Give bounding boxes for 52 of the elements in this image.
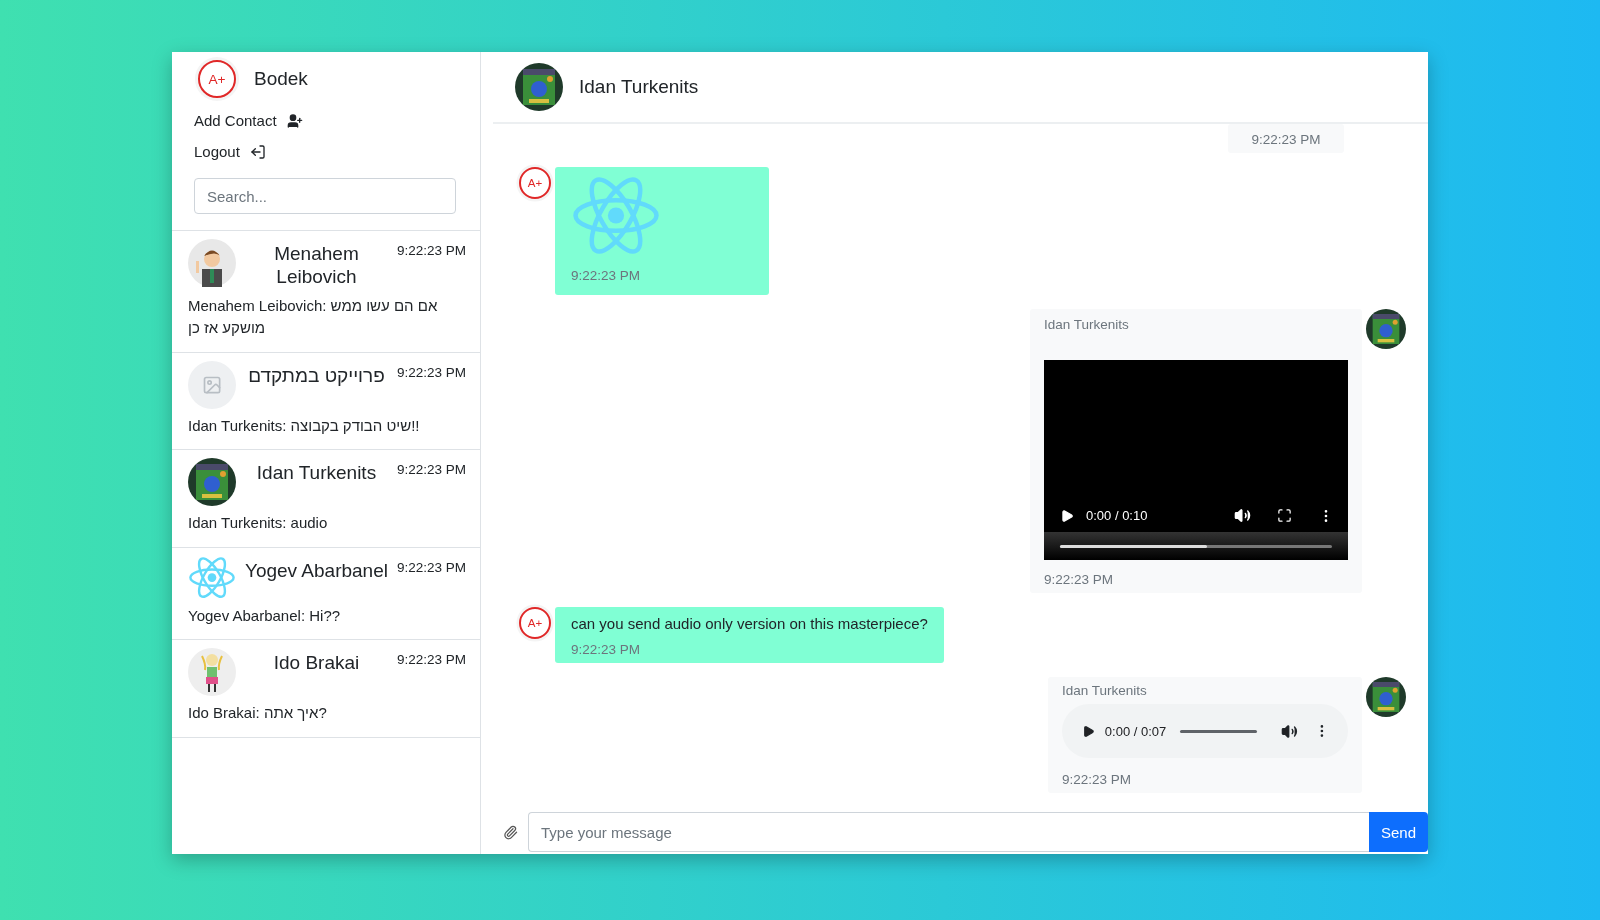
contact-time: 9:22:23 PM [396,363,466,380]
message-time: 9:22:23 PM [571,642,642,657]
sidebar-action-link[interactable]: Add Contact [194,112,303,129]
sidebar-action-link[interactable]: Logout [194,143,266,160]
contact-time: 9:22:23 PM [396,242,466,258]
contact-name: Ido Brakai [272,651,361,676]
send-button[interactable]: Send [1368,812,1428,852]
sender-name: Idan Turkenits [1044,317,1130,332]
search-field[interactable]: Search... [194,178,456,214]
contact-name: פרוייקט במתקדם [247,363,386,388]
message-preview: Menahem Leibovich: אם הם עשו ממש מושקע אז כן [188,295,439,339]
atom-icon [571,175,661,256]
play-icon[interactable] [1060,508,1074,523]
audio-time: 0:00 / 0:07 [1104,723,1167,739]
sender-name: Idan Turkenits [1062,683,1148,698]
audio-player[interactable]: 0:00 / 0:07 [1062,704,1348,758]
video-progress-track[interactable] [1060,544,1332,548]
contact-time: 9:22:23 PM [396,558,466,575]
contact-time: 9:22:23 PM [396,461,466,478]
message-preview: Ido Brakai: איך אתה? [188,703,328,724]
video-time: 0:00 / 0:10 [1086,508,1149,523]
app-name: Bodek [254,68,308,90]
audio-progress-track[interactable] [1180,729,1258,733]
contact-name: Yogev Abarbanel [244,558,389,583]
add-user-icon [286,112,303,129]
contact-name: Idan Turkenits [255,461,378,485]
play-icon[interactable] [1082,724,1095,738]
fullscreen-icon[interactable] [1277,508,1292,523]
logout-icon [249,143,266,160]
message-preview: Idan Turkenits: audio [188,513,329,534]
message-time: 9:22:23 PM [1044,572,1115,587]
message-preview: Yogev Abarbanel: Hi?? [188,605,342,626]
contact-item[interactable]: Yogev Abarbanel 9:22:23 PM Yogev Abarbanel: Hi?? [172,546,480,640]
grade-logo: A+ [519,607,551,639]
message-time: 9:22:23 PM [1251,132,1321,147]
message-input[interactable]: Type your message [528,812,1369,852]
volume-icon[interactable] [1281,722,1299,740]
message-text: can you send audio only version on this masterpiece? [571,615,928,632]
volume-icon[interactable] [1234,507,1251,524]
message-time: 9:22:23 PM [571,268,641,283]
image-placeholder-icon [201,374,223,395]
grade-logo: A+ [198,60,236,98]
video-player[interactable]: 0:00 / 0:10 [1044,360,1348,560]
contact-name: Menahem Leibovich [273,242,360,289]
chat-title: Idan Turkenits [579,76,699,98]
contact-item[interactable]: Idan Turkenits 9:22:23 PM Idan Turkenits: audio [172,449,480,547]
message-preview: Idan Turkenits: שיט הבודק בקבוצה!! [188,415,421,436]
attach-icon[interactable] [503,824,518,840]
contact-time: 9:22:23 PM [396,651,466,668]
message-time: 9:22:23 PM [1062,772,1133,787]
grade-logo: A+ [519,167,551,199]
atom-icon [188,555,236,599]
